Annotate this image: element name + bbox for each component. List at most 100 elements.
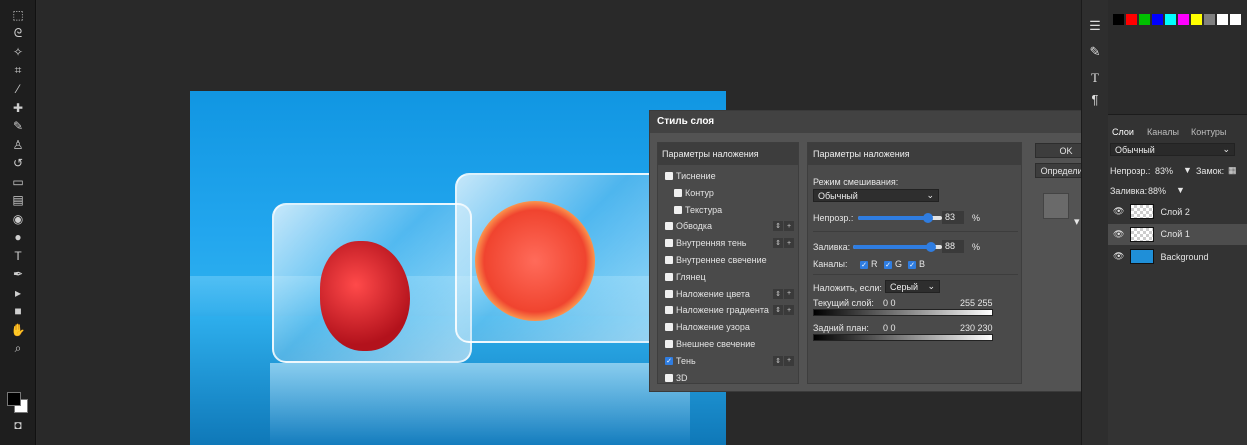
foreground-color-swatch[interactable] <box>7 392 21 406</box>
layer-blend-select[interactable]: Обычный ⌄ <box>1110 143 1235 156</box>
gradient-icon[interactable]: ▤ <box>8 191 28 209</box>
fill-input[interactable]: 88 <box>942 240 964 253</box>
underlying-gradient[interactable] <box>813 334 993 341</box>
dodge-icon[interactable]: ● <box>8 228 28 246</box>
fx-item[interactable]: Глянец <box>658 269 798 285</box>
add-icon[interactable]: + <box>784 355 794 366</box>
eye-icon[interactable]: 👁 <box>1113 229 1124 240</box>
color-swatch[interactable] <box>1165 14 1176 25</box>
chevron-down-icon[interactable]: ▼ <box>1176 185 1185 195</box>
fx-item[interactable]: Текстура <box>658 202 798 218</box>
layer-fill-value[interactable]: 88% <box>1148 186 1166 196</box>
fx-checkbox[interactable] <box>665 272 673 281</box>
tab-layers[interactable]: Слои <box>1112 127 1134 137</box>
crop-icon[interactable]: ⌗ <box>8 62 28 80</box>
fx-checkbox[interactable] <box>665 323 673 332</box>
fx-checkbox[interactable] <box>665 373 673 382</box>
blur-icon[interactable]: ◉ <box>8 210 28 228</box>
properties-icon[interactable]: ☰ <box>1087 18 1103 34</box>
color-swatch[interactable] <box>1191 14 1202 25</box>
fx-checkbox[interactable] <box>665 306 673 315</box>
fx-checkbox[interactable] <box>665 340 673 348</box>
color-swatch[interactable] <box>1152 14 1163 25</box>
reorder-icon[interactable]: ⇕ <box>773 355 783 366</box>
hand-icon[interactable]: ✋ <box>8 321 28 339</box>
fx-checkbox[interactable] <box>665 172 673 180</box>
fx-checkbox[interactable] <box>674 205 682 214</box>
eyedropper-icon[interactable]: ⁄ <box>8 80 28 98</box>
marquee-icon[interactable]: ⬚ <box>8 6 28 24</box>
brush-settings-icon[interactable]: ✎ <box>1087 44 1103 60</box>
fx-checkbox[interactable] <box>665 289 673 298</box>
tab-channels[interactable]: Каналы <box>1147 127 1179 137</box>
lasso-icon[interactable]: ᘓ <box>8 25 28 43</box>
fx-item[interactable]: Наложение градиента ⇕ + <box>658 302 798 318</box>
fx-item[interactable]: ✓ Тень ⇕ + <box>658 353 798 369</box>
opacity-input[interactable]: 83 <box>942 211 964 224</box>
color-swatch[interactable] <box>1139 14 1150 25</box>
tab-paths[interactable]: Контуры <box>1191 127 1226 137</box>
current-layer-gradient[interactable] <box>813 309 993 316</box>
color-swatch[interactable] <box>1204 14 1215 25</box>
chevron-down-icon[interactable]: ▼ <box>1183 165 1192 175</box>
color-swatch[interactable] <box>1230 14 1241 25</box>
fill-slider-handle[interactable] <box>926 242 937 252</box>
stamp-icon[interactable]: ♙ <box>8 136 28 154</box>
add-icon[interactable]: + <box>784 221 794 232</box>
layer-row[interactable]: 👁 Background <box>1108 246 1247 267</box>
fx-item[interactable]: Внутреннее свечение <box>658 252 798 268</box>
document-image[interactable] <box>190 91 726 445</box>
reorder-icon[interactable]: ⇕ <box>773 238 783 249</box>
layer-row[interactable]: 👁 Слой 1 <box>1108 223 1247 245</box>
fx-checkbox[interactable]: ✓ <box>665 356 673 365</box>
character-icon[interactable]: T <box>1087 70 1103 86</box>
fx-checkbox[interactable] <box>674 188 682 197</box>
quick-mask-icon[interactable]: ◘ <box>8 416 28 434</box>
fx-item[interactable]: Контур <box>658 185 798 201</box>
color-swatch[interactable] <box>1178 14 1189 25</box>
opacity-slider[interactable] <box>858 213 942 223</box>
channel-g-checkbox[interactable]: ✓ G <box>884 259 902 269</box>
fx-item[interactable]: Тиснение <box>658 168 798 184</box>
reorder-icon[interactable]: ⇕ <box>773 305 783 316</box>
history-brush-icon[interactable]: ↺ <box>8 154 28 172</box>
layer-opacity-value[interactable]: 83% <box>1155 166 1173 176</box>
channel-r-checkbox[interactable]: ✓ R <box>860 259 878 269</box>
fill-slider[interactable] <box>853 242 942 252</box>
preview-arrow-icon[interactable]: ▾ <box>1074 215 1080 228</box>
eye-icon[interactable]: 👁 <box>1113 206 1124 217</box>
opacity-slider-handle[interactable] <box>922 213 933 223</box>
healing-icon[interactable]: ✚ <box>8 99 28 117</box>
paragraph-icon[interactable]: ¶ <box>1087 92 1103 108</box>
add-icon[interactable]: + <box>784 288 794 299</box>
layer-row[interactable]: 👁 Слой 2 <box>1108 201 1247 222</box>
fx-item[interactable]: Обводка ⇕ + <box>658 218 798 234</box>
fx-item[interactable]: Наложение узора <box>658 319 798 335</box>
magic-wand-icon[interactable]: ✧ <box>8 43 28 61</box>
type-icon[interactable]: T <box>8 247 28 265</box>
path-select-icon[interactable]: ▸ <box>8 284 28 302</box>
add-icon[interactable]: + <box>784 238 794 249</box>
add-icon[interactable]: + <box>784 305 794 316</box>
eraser-icon[interactable]: ▭ <box>8 173 28 191</box>
reorder-icon[interactable]: ⇕ <box>773 221 783 232</box>
eye-icon[interactable]: 👁 <box>1113 251 1124 262</box>
fx-item[interactable]: Внешнее свечение <box>658 336 798 352</box>
brush-icon[interactable]: ✎ <box>8 117 28 135</box>
lock-transparency-icon[interactable]: ▦ <box>1228 165 1237 176</box>
zoom-icon[interactable]: ⌕ <box>8 339 28 357</box>
blend-mode-select[interactable]: Обычный ⌄ <box>813 189 939 202</box>
fx-checkbox[interactable] <box>665 239 673 248</box>
fx-item[interactable]: Внутренняя тень ⇕ + <box>658 235 798 251</box>
color-swatch[interactable] <box>1217 14 1228 25</box>
pen-icon[interactable]: ✒ <box>8 265 28 283</box>
blend-if-select[interactable]: Серый ⌄ <box>885 280 940 293</box>
fx-header[interactable]: Параметры наложения <box>658 143 798 165</box>
color-swatch[interactable] <box>1126 14 1137 25</box>
shape-icon[interactable]: ■ <box>8 302 28 320</box>
fx-item[interactable]: Наложение цвета ⇕ + <box>658 286 798 302</box>
channel-b-checkbox[interactable]: ✓ B <box>908 259 925 269</box>
reorder-icon[interactable]: ⇕ <box>773 288 783 299</box>
fx-item[interactable]: 3D <box>658 370 798 386</box>
color-swatch[interactable] <box>1113 14 1124 25</box>
